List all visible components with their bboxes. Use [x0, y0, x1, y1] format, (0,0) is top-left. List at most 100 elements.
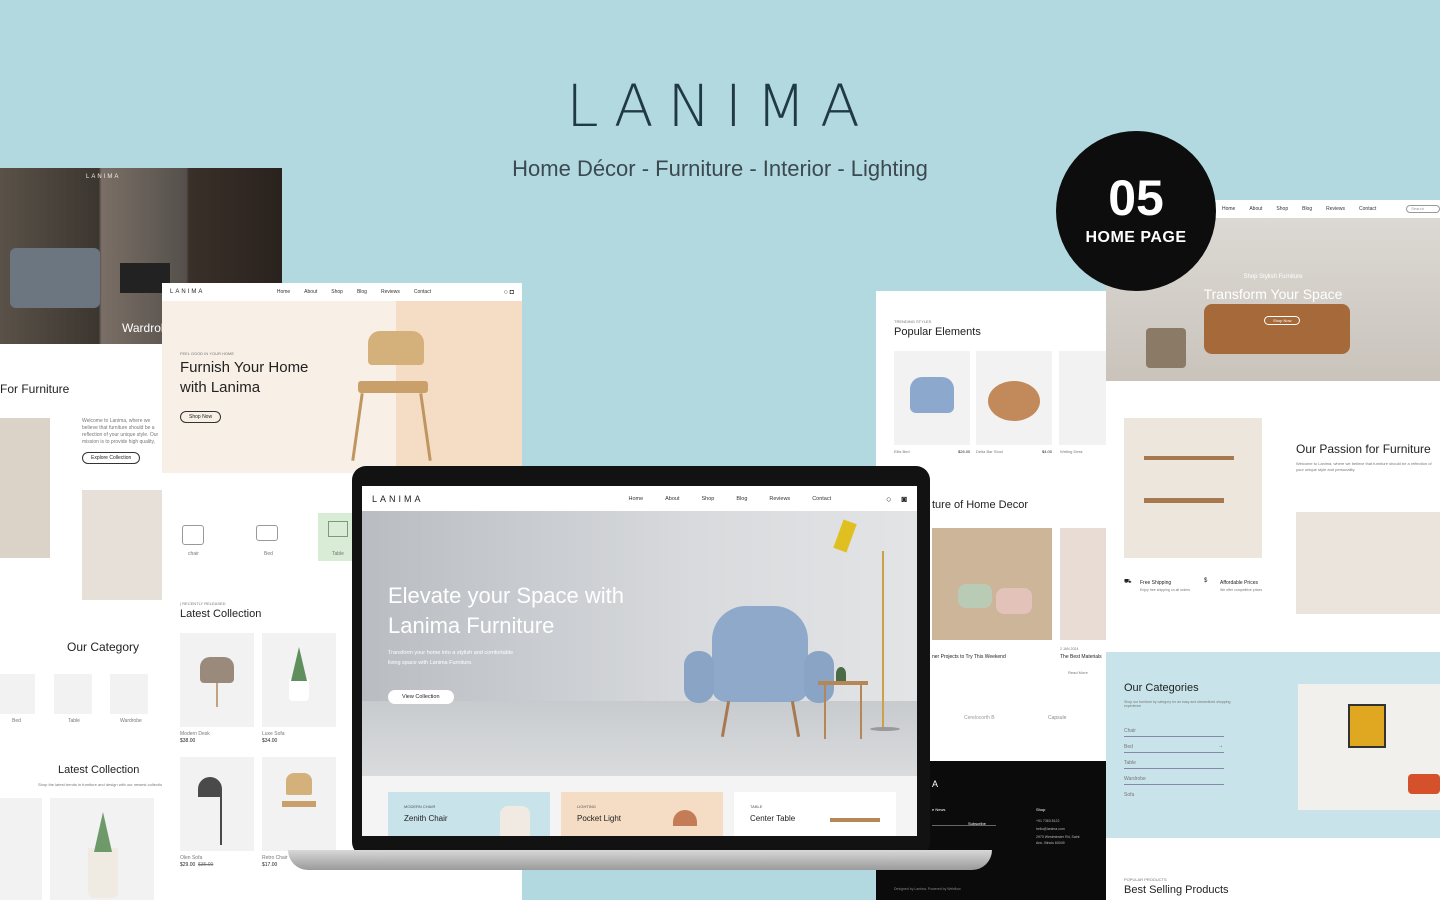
blog-image-cushions: [932, 528, 1052, 640]
nav-about[interactable]: About: [665, 496, 679, 502]
price-tag-icon: $: [1204, 578, 1208, 584]
pot-image: [289, 679, 309, 701]
product-card-writing-desk[interactable]: [1059, 351, 1106, 445]
category-bed-link[interactable]: Bed: [1124, 744, 1224, 753]
nav-blog[interactable]: Blog: [1302, 206, 1312, 212]
chair-seat: [282, 801, 316, 807]
side-table-leg: [860, 685, 862, 739]
card-pocket-light[interactable]: LIGHTING Pocket Light: [561, 792, 723, 836]
blog-title[interactable]: ner Projects to Try This Weekend: [932, 654, 1006, 660]
icon-chair-label: chair: [188, 551, 199, 557]
truck-icon: ⛟: [1124, 579, 1132, 585]
feature-title: Free Shipping: [1140, 580, 1172, 586]
product-price: $34.00: [262, 738, 278, 744]
category-table-link[interactable]: Table: [1124, 760, 1224, 769]
footer-shop-label: Shop: [1036, 807, 1046, 812]
partner-logo: Cerelocorth B: [964, 715, 995, 721]
nav-shop[interactable]: Shop: [331, 289, 343, 295]
product-card-modern-desk[interactable]: [180, 633, 254, 727]
latest-collection-title: Latest Collection: [180, 608, 262, 620]
basket-image: [1146, 328, 1186, 368]
nav-blog[interactable]: Blog: [357, 289, 367, 295]
plant-pot-image: [88, 848, 118, 898]
best-selling-title: Best Selling Products: [1124, 884, 1229, 896]
nav-reviews[interactable]: Reviews: [1326, 206, 1345, 212]
chair-leg: [351, 393, 364, 461]
footer-email: hello@lanima.com: [1036, 827, 1065, 831]
right-back-shop-button[interactable]: Shop Now: [1264, 316, 1301, 325]
product-card-delta-stool[interactable]: [976, 351, 1052, 445]
chair-icon[interactable]: [182, 525, 204, 545]
product-card-olen-sofa[interactable]: [180, 757, 254, 851]
bed-icon[interactable]: [256, 525, 278, 541]
product-price: $4.00: [1042, 449, 1053, 454]
category-chair-link[interactable]: Chair: [1124, 728, 1224, 737]
view-collection-button[interactable]: View Collection: [388, 690, 454, 704]
product-name: Olen Sofa: [180, 855, 203, 861]
product-price: $29.00: [180, 862, 196, 868]
floor: [362, 701, 917, 776]
hero-title-line-1: Elevate your Space with: [388, 583, 625, 608]
category-table-card[interactable]: [54, 674, 92, 714]
nav-shop[interactable]: Shop: [1276, 206, 1288, 212]
nav-contact[interactable]: Contact: [414, 289, 431, 295]
categories-text: Shop our furniture by category for an ea…: [1124, 700, 1231, 708]
product-name: Ellis Bed: [894, 449, 910, 454]
search-input[interactable]: Search: [1406, 205, 1440, 213]
left-back-logo: LANIMA: [86, 174, 121, 180]
card-kicker: LIGHTING: [577, 804, 596, 809]
email-input[interactable]: [932, 825, 996, 826]
search-icon[interactable]: ○: [886, 494, 891, 504]
subscribe-button[interactable]: Subscribe: [968, 821, 986, 826]
brand-logo: LANIMA: [566, 72, 874, 140]
laptop-header: LANIMA Home About Shop Blog Reviews Cont…: [362, 486, 917, 511]
card-center-table[interactable]: TABLE Center Table: [734, 792, 896, 836]
product-card-ellis-bed[interactable]: [894, 351, 970, 445]
explore-collection-button[interactable]: Explore Collection: [82, 452, 141, 464]
nav-about[interactable]: About: [304, 289, 317, 295]
hero-title-line-2: Lanima Furniture: [388, 613, 555, 638]
sofa-image: [10, 248, 100, 308]
category-bed-card[interactable]: [0, 674, 35, 714]
desk-shelf-image: [1124, 418, 1262, 558]
left-back-hero-caption: Wardrob: [122, 321, 168, 335]
card-zenith-chair[interactable]: MODERN CHAIR Zenith Chair: [388, 792, 550, 836]
nav-contact[interactable]: Contact: [1359, 206, 1376, 212]
blog-title[interactable]: The Best Materials: [1060, 654, 1102, 660]
cart-icon[interactable]: ◙: [902, 494, 907, 504]
nav-home[interactable]: Home: [277, 289, 290, 295]
nav-shop[interactable]: Shop: [702, 496, 715, 502]
product-name: Writing Desk: [1060, 449, 1083, 454]
blog-image-materials: [1060, 528, 1106, 640]
search-icon[interactable]: ○ ◘: [504, 289, 514, 296]
laptop-logo: LANIMA: [372, 493, 424, 504]
category-wardrobe-card[interactable]: [110, 674, 148, 714]
read-more-link[interactable]: Read More: [1068, 670, 1088, 675]
nav-about[interactable]: About: [1249, 206, 1262, 212]
product-card-retro-chair[interactable]: [262, 757, 336, 851]
orange-cushion: [1408, 774, 1440, 794]
product-price: $26.00: [958, 449, 971, 454]
hero-kicker: FEEL GOOD IN YOUR HOME: [180, 351, 235, 356]
left-front-hero: FEEL GOOD IN YOUR HOME Furnish Your Home…: [162, 301, 522, 473]
nav-reviews[interactable]: Reviews: [381, 289, 400, 295]
home-page-count-badge: 05 HOME PAGE: [1056, 131, 1216, 291]
card-kicker: TABLE: [750, 804, 763, 809]
category-wardrobe-link[interactable]: Wardrobe: [1124, 776, 1224, 785]
product-old-price: $35.00: [198, 862, 214, 868]
blue-armchair-image: [712, 606, 808, 702]
nav-home[interactable]: Home: [1222, 206, 1235, 212]
nav-blog[interactable]: Blog: [736, 496, 747, 502]
nav-home[interactable]: Home: [628, 496, 643, 502]
shop-now-button[interactable]: Shop Now: [180, 411, 222, 423]
product-card[interactable]: [50, 798, 154, 900]
armchair-arm: [804, 651, 834, 703]
product-card[interactable]: [0, 798, 42, 900]
category-sofa-link[interactable]: Sofa: [1124, 792, 1134, 798]
footer-address: Ann, Illinois 60049: [1036, 841, 1065, 845]
nav-reviews[interactable]: Reviews: [769, 496, 790, 502]
footer-credit: Designed by Lanima. Powered by Webflow: [894, 887, 961, 891]
product-card-luxe-sofa[interactable]: [262, 633, 336, 727]
hero-title-line-2: with Lanima: [180, 379, 261, 396]
nav-contact[interactable]: Contact: [812, 496, 831, 502]
